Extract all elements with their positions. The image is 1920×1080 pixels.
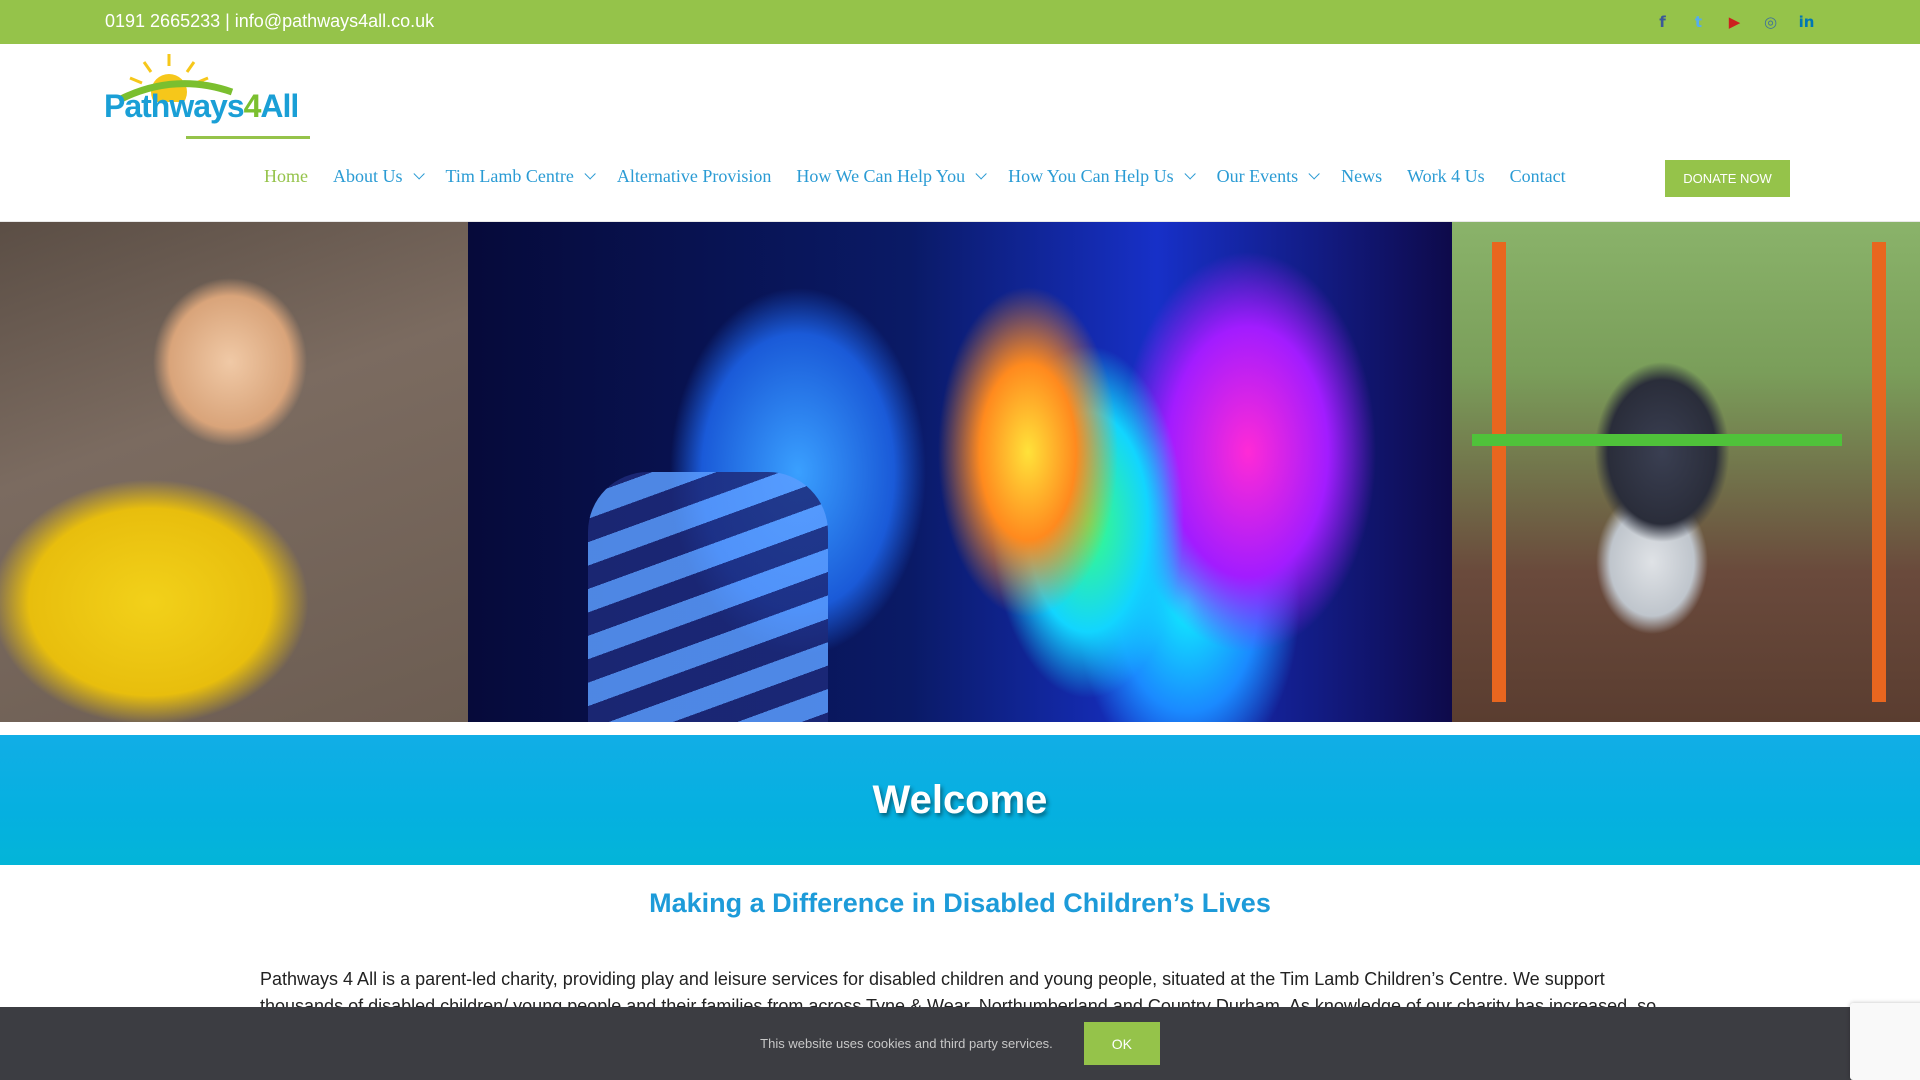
section-subheading: Making a Difference in Disabled Children… — [649, 888, 1271, 918]
active-nav-indicator — [186, 136, 310, 139]
logo-text: Pathways4All — [104, 88, 299, 125]
nav-item-how-we-can-help-you[interactable]: How We Can Help You — [796, 165, 987, 187]
nav-item-alternative-provision[interactable]: Alternative Provision — [617, 166, 771, 187]
instagram-icon[interactable]: ◎ — [1761, 13, 1780, 32]
nav-item-tim-lamb-centre[interactable]: Tim Lamb Centre — [445, 165, 596, 187]
nav-item-label: Tim Lamb Centre — [445, 165, 574, 186]
chevron-down-icon — [975, 168, 987, 180]
nav-item-label: News — [1341, 165, 1383, 186]
nav-item-how-you-can-help-us[interactable]: How You Can Help Us — [1008, 165, 1196, 187]
chevron-down-icon — [584, 168, 596, 180]
logo-text-tail: All — [260, 88, 299, 124]
chevron-down-icon — [1184, 168, 1196, 180]
hero-image-wheelchair-swing — [1452, 222, 1920, 722]
contact-info[interactable]: 0191 2665233 | info@pathways4all.co.uk — [105, 11, 434, 32]
nav-item-label: How We Can Help You — [796, 165, 966, 186]
welcome-title: Welcome — [872, 777, 1048, 822]
nav-item-our-events[interactable]: Our Events — [1216, 165, 1320, 187]
frame-rail — [1492, 242, 1506, 702]
cookie-bar: This website uses cookies and third part… — [0, 1007, 1920, 1080]
hero-banner — [0, 222, 1920, 722]
nav-item-home[interactable]: Home — [264, 166, 308, 187]
nav-item-label: About Us — [333, 165, 403, 186]
cookie-ok-button[interactable]: OK — [1083, 1022, 1160, 1065]
logo-text-main: Pathways — [104, 88, 245, 124]
nav-item-label: Our Events — [1216, 165, 1299, 186]
welcome-banner: Welcome — [0, 735, 1920, 865]
frame-rail — [1872, 242, 1886, 702]
linkedin-icon[interactable]: in — [1797, 13, 1816, 32]
nav-item-label: Home — [264, 165, 308, 186]
youtube-icon[interactable]: ▶ — [1725, 13, 1744, 32]
nav-item-contact[interactable]: Contact — [1510, 166, 1566, 187]
nav-item-label: How You Can Help Us — [1008, 165, 1174, 186]
recaptcha-badge[interactable] — [1850, 1003, 1920, 1080]
social-links: f t ▶ ◎ in — [1653, 13, 1816, 32]
donate-now-button[interactable]: DONATE NOW — [1665, 160, 1790, 197]
hero-image-sensory-lights — [468, 222, 1452, 722]
twitter-icon[interactable]: t — [1689, 13, 1708, 32]
nav-item-label: Contact — [1509, 165, 1566, 186]
cookie-message: This website uses cookies and third part… — [760, 1036, 1053, 1051]
nav-item-about-us[interactable]: About Us — [333, 165, 425, 187]
nav-item-news[interactable]: News — [1341, 166, 1382, 187]
nav-item-work-4-us[interactable]: Work 4 Us — [1407, 166, 1485, 187]
chevron-down-icon — [1308, 168, 1320, 180]
top-bar: 0191 2665233 | info@pathways4all.co.uk f… — [0, 0, 1920, 44]
site-logo[interactable]: Pathways4All — [104, 52, 304, 132]
facebook-icon[interactable]: f — [1653, 13, 1672, 32]
chevron-down-icon — [412, 168, 425, 180]
logo-text-number: 4 — [243, 88, 262, 124]
frame-bar — [1472, 434, 1842, 446]
striped-shirt-shape — [588, 472, 828, 722]
nav-item-label: Alternative Provision — [616, 165, 772, 186]
site-header: Pathways4All Home About Us Tim Lamb Centre… — [0, 44, 1920, 222]
hero-image-child-on-swing — [0, 222, 468, 722]
main-nav: Home About Us Tim Lamb Centre Alternative P… — [264, 156, 1591, 196]
nav-item-label: Work 4 Us — [1407, 165, 1485, 186]
